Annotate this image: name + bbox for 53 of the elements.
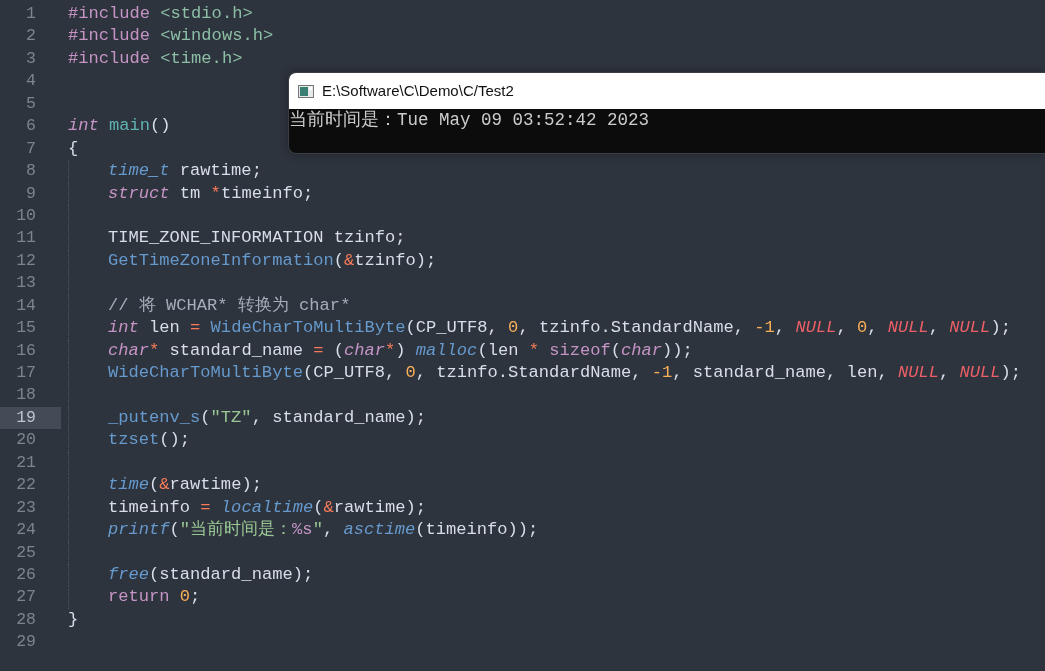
line-number: 5 <box>25 92 37 115</box>
code-line: char* standard_name = (char*) malloc(len * sizeof(char)); <box>108 339 693 362</box>
code-line: { <box>68 137 79 160</box>
line-number: 13 <box>15 272 37 295</box>
line-number: 1 <box>25 3 37 25</box>
code-line: #include <stdio.h> <box>68 3 253 25</box>
line-number: 19 <box>0 406 61 430</box>
code-line: free(standard_name); <box>108 563 314 586</box>
line-number: 2 <box>25 25 37 48</box>
line-number: 3 <box>25 47 37 70</box>
line-number: 27 <box>15 586 37 609</box>
line-number: 11 <box>15 227 37 250</box>
code-line: } <box>68 608 79 631</box>
code-line: #include <time.h> <box>68 47 243 70</box>
line-number: 15 <box>15 317 37 340</box>
code-line: printf("当前时间是：%s", asctime(timeinfo)); <box>108 519 539 542</box>
line-number: 10 <box>15 204 37 227</box>
line-number: 26 <box>15 563 37 586</box>
code-line: timeinfo = localtime(&rawtime); <box>108 496 427 519</box>
line-number: 23 <box>15 496 37 519</box>
console-app-icon <box>298 84 314 98</box>
line-number: 20 <box>15 429 37 452</box>
code-line: _putenv_s("TZ", standard_name); <box>108 406 427 429</box>
code-line: time_t rawtime; <box>108 160 262 183</box>
line-number: 12 <box>15 249 37 272</box>
line-number: 6 <box>25 115 37 138</box>
line-number: 8 <box>25 160 37 183</box>
line-number: 29 <box>15 631 37 654</box>
line-number: 28 <box>15 608 37 631</box>
code-line: TIME_ZONE_INFORMATION tzinfo; <box>108 227 406 250</box>
line-number: 21 <box>15 451 37 474</box>
code-line: #include <windows.h> <box>68 25 274 48</box>
code-line: int len = WideCharToMultiByte(CP_UTF8, 0, tzinfo.StandardName, -1, NULL, 0, NULL, NULL); <box>108 317 1011 340</box>
code-line: int main() <box>68 115 171 138</box>
line-number: 16 <box>15 339 37 362</box>
line-number: 4 <box>25 70 37 93</box>
code-line: time(&rawtime); <box>108 474 262 497</box>
line-number: 22 <box>15 474 37 497</box>
code-line: struct tm *timeinfo; <box>108 182 314 205</box>
line-number: 18 <box>15 384 37 407</box>
code-line: tzset(); <box>108 429 191 452</box>
code-line: GetTimeZoneInformation(&tzinfo); <box>108 249 437 272</box>
console-window-title: E:\Software\C\Demo\C/Test2 <box>322 80 514 101</box>
code-line: // 将 WCHAR* 转换为 char* <box>108 294 351 317</box>
line-number: 17 <box>15 362 37 384</box>
code-line: return 0; <box>108 586 201 609</box>
code-line: WideCharToMultiByte(CP_UTF8, 0, tzinfo.StandardName, -1, standard_name, len, NULL, NULL); <box>108 362 1022 384</box>
line-number: 9 <box>25 182 37 205</box>
line-number: 25 <box>15 541 37 564</box>
console-output-text: 当前时间是：Tue May 09 03:52:42 2023 <box>289 109 651 131</box>
line-number: 7 <box>25 137 37 160</box>
line-number: 14 <box>15 294 37 317</box>
line-number: 24 <box>15 519 37 542</box>
